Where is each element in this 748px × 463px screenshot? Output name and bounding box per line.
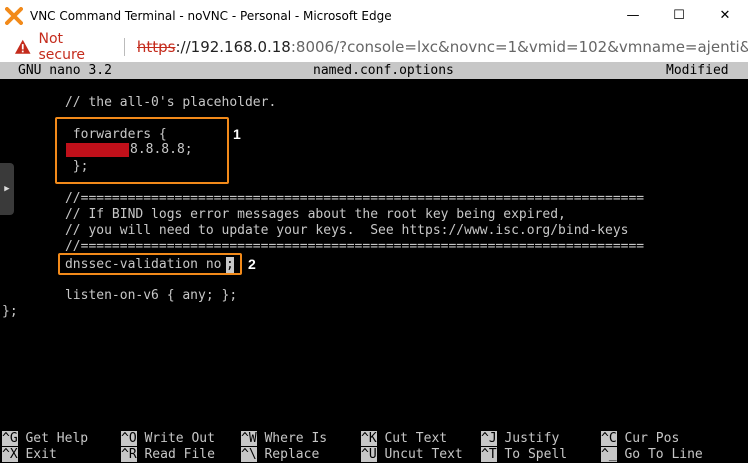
shortcut-key: ^G (2, 431, 18, 446)
window-title: VNC Command Terminal - noVNC - Personal … (30, 8, 392, 23)
file-line: //======================================… (18, 191, 645, 206)
nano-filename: named.conf.options (313, 63, 454, 78)
url-protocol: https (136, 37, 176, 56)
shortcut-key: ^W (241, 431, 257, 446)
url-path: :8006/?console=lxc&novnc=1&vmid=102&vmna… (290, 37, 748, 56)
address-bar[interactable]: Not secure https://192.168.0.18:8006/?co… (0, 31, 748, 63)
file-line: }; (2, 304, 18, 319)
shortcut-replace[interactable]: ^\ Replace (241, 447, 319, 463)
url-host: ://192.168.0.18 (175, 37, 291, 56)
shortcut-uncut-text[interactable]: ^U Uncut Text (361, 447, 463, 463)
shortcut-key: ^K (361, 431, 377, 446)
shortcut-get-help[interactable]: ^G Get Help (2, 431, 88, 447)
shortcut-label: Justify (504, 431, 560, 446)
shortcut-label: Read File (144, 447, 215, 462)
nano-version: GNU nano 3.2 (18, 63, 112, 78)
shortcut-label: Cut Text (384, 431, 448, 446)
novnc-sidebar-handle[interactable]: ▶ (0, 163, 14, 215)
shortcut-key: ^X (2, 447, 18, 462)
shortcut-where-is[interactable]: ^W Where Is (241, 431, 327, 447)
shortcut-label: Where Is (264, 431, 328, 446)
shortcut-read-file[interactable]: ^R Read File (121, 447, 215, 463)
not-secure-label[interactable]: Not secure (39, 31, 112, 63)
shortcut-cut-text[interactable]: ^K Cut Text (361, 431, 447, 447)
file-line: listen-on-v6 { any; }; (18, 288, 238, 303)
warning-icon[interactable] (14, 38, 32, 56)
minimize-button[interactable]: — (610, 0, 656, 31)
shortcut-key: ^O (121, 431, 137, 446)
shortcut-key: ^C (601, 431, 617, 446)
shortcut-go-to-line[interactable]: ^_ Go To Line (601, 447, 703, 463)
terminal-screen[interactable]: GNU nano 3.2 named.conf.options Modified… (0, 62, 748, 463)
callout-number-2: 2 (248, 256, 256, 272)
shortcut-justify[interactable]: ^J Justify (481, 431, 559, 447)
shortcut-key: ^R (121, 447, 137, 462)
window-titlebar: VNC Command Terminal - noVNC - Personal … (0, 0, 748, 31)
shortcut-label: To Spell (504, 447, 568, 462)
callout-box-2 (58, 253, 242, 275)
file-line: // If BIND logs error messages about the… (18, 207, 566, 222)
shortcut-label: Exit (25, 447, 57, 462)
shortcut-write-out[interactable]: ^O Write Out (121, 431, 215, 447)
shortcut-label: Uncut Text (384, 447, 463, 462)
shortcut-label: Get Help (25, 431, 89, 446)
shortcut-label: Replace (264, 447, 320, 462)
shortcut-label: Cur Pos (624, 431, 680, 446)
shortcut-key: ^\ (241, 447, 257, 462)
nano-status: Modified (666, 63, 729, 78)
close-button[interactable]: ✕ (702, 0, 748, 31)
shortcut-to-spell[interactable]: ^T To Spell (481, 447, 567, 463)
maximize-button[interactable]: ☐ (656, 0, 702, 31)
shortcut-label: Go To Line (624, 447, 703, 462)
shortcut-exit[interactable]: ^X Exit (2, 447, 57, 463)
shortcut-cur-pos[interactable]: ^C Cur Pos (601, 431, 679, 447)
shortcut-key: ^J (481, 431, 497, 446)
url-text[interactable]: https://192.168.0.18:8006/?console=lxc&n… (137, 38, 748, 56)
shortcut-key: ^_ (601, 447, 617, 462)
shortcut-key: ^U (361, 447, 377, 462)
novnc-logo-icon (3, 5, 25, 27)
callout-box-1 (55, 117, 229, 184)
file-line: // you will need to update your keys. Se… (18, 223, 629, 238)
file-line: // the all-0's placeholder. (18, 95, 277, 110)
nano-header-bar: GNU nano 3.2 named.conf.options Modified (0, 62, 748, 79)
shortcut-key: ^T (481, 447, 497, 462)
callout-number-1: 1 (233, 126, 241, 142)
shortcut-label: Write Out (144, 431, 215, 446)
address-separator (123, 37, 125, 56)
